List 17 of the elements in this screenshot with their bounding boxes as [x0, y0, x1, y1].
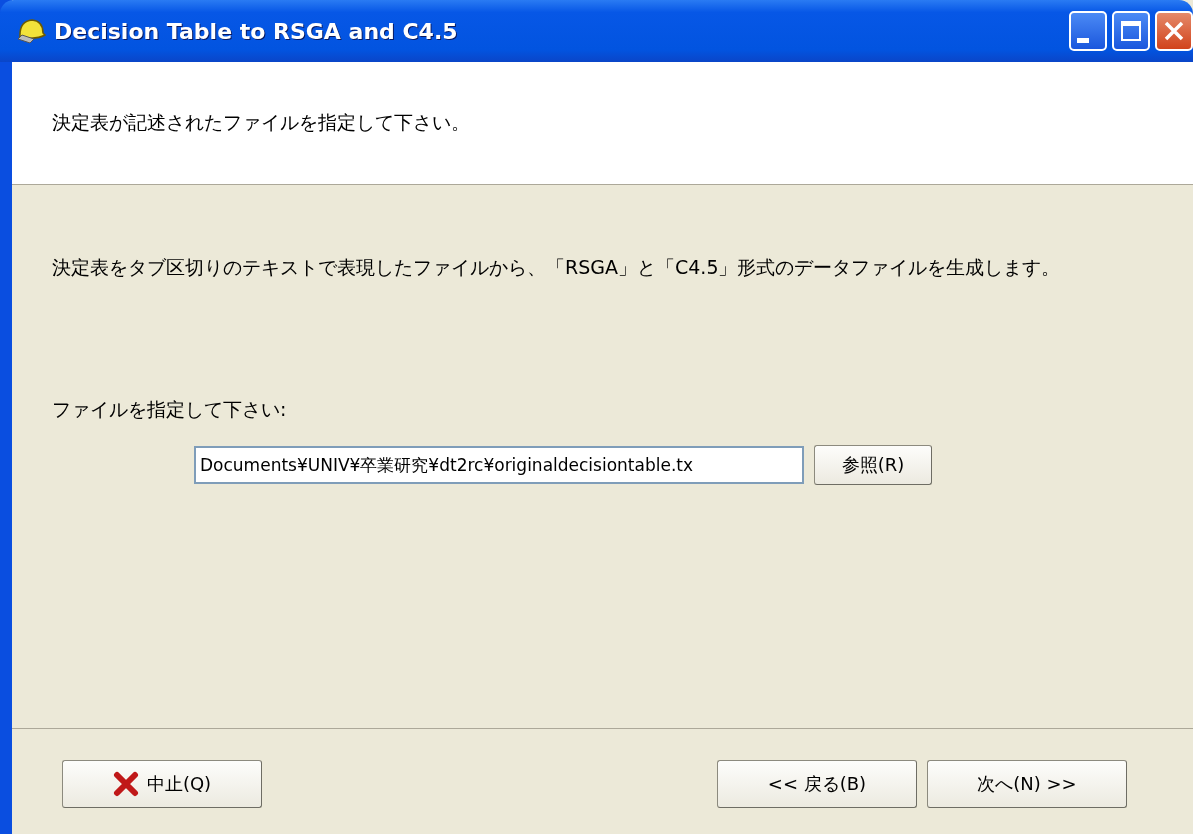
- next-button[interactable]: 次へ(N) >>: [927, 760, 1127, 808]
- browse-button[interactable]: 参照(R): [814, 445, 932, 485]
- description-text: 決定表をタブ区切りのテキストで表現したファイルから、「RSGA」と「C4.5」形式のデータファイルを生成します。: [52, 256, 1061, 278]
- minimize-button[interactable]: [1069, 11, 1107, 51]
- file-label: ファイルを指定して下さい:: [52, 398, 287, 420]
- cancel-button[interactable]: 中止(Q): [62, 760, 262, 808]
- maximize-icon: [1119, 19, 1143, 43]
- hard-hat-icon: [16, 17, 46, 45]
- instruction-text: 決定表が記述されたファイルを指定して下さい。: [52, 110, 470, 135]
- back-button[interactable]: << 戻る(B): [717, 760, 917, 808]
- close-icon: [1162, 19, 1186, 43]
- close-button[interactable]: [1155, 11, 1193, 51]
- file-path-field[interactable]: Documents¥UNIV¥卒業研究¥dt2rc¥originaldecisiontable.tx: [194, 446, 804, 484]
- maximize-button[interactable]: [1112, 11, 1150, 51]
- cross-icon: [112, 771, 139, 797]
- window-title: Decision Table to RSGA and C4.5: [54, 18, 459, 44]
- minimize-icon: [1077, 37, 1089, 43]
